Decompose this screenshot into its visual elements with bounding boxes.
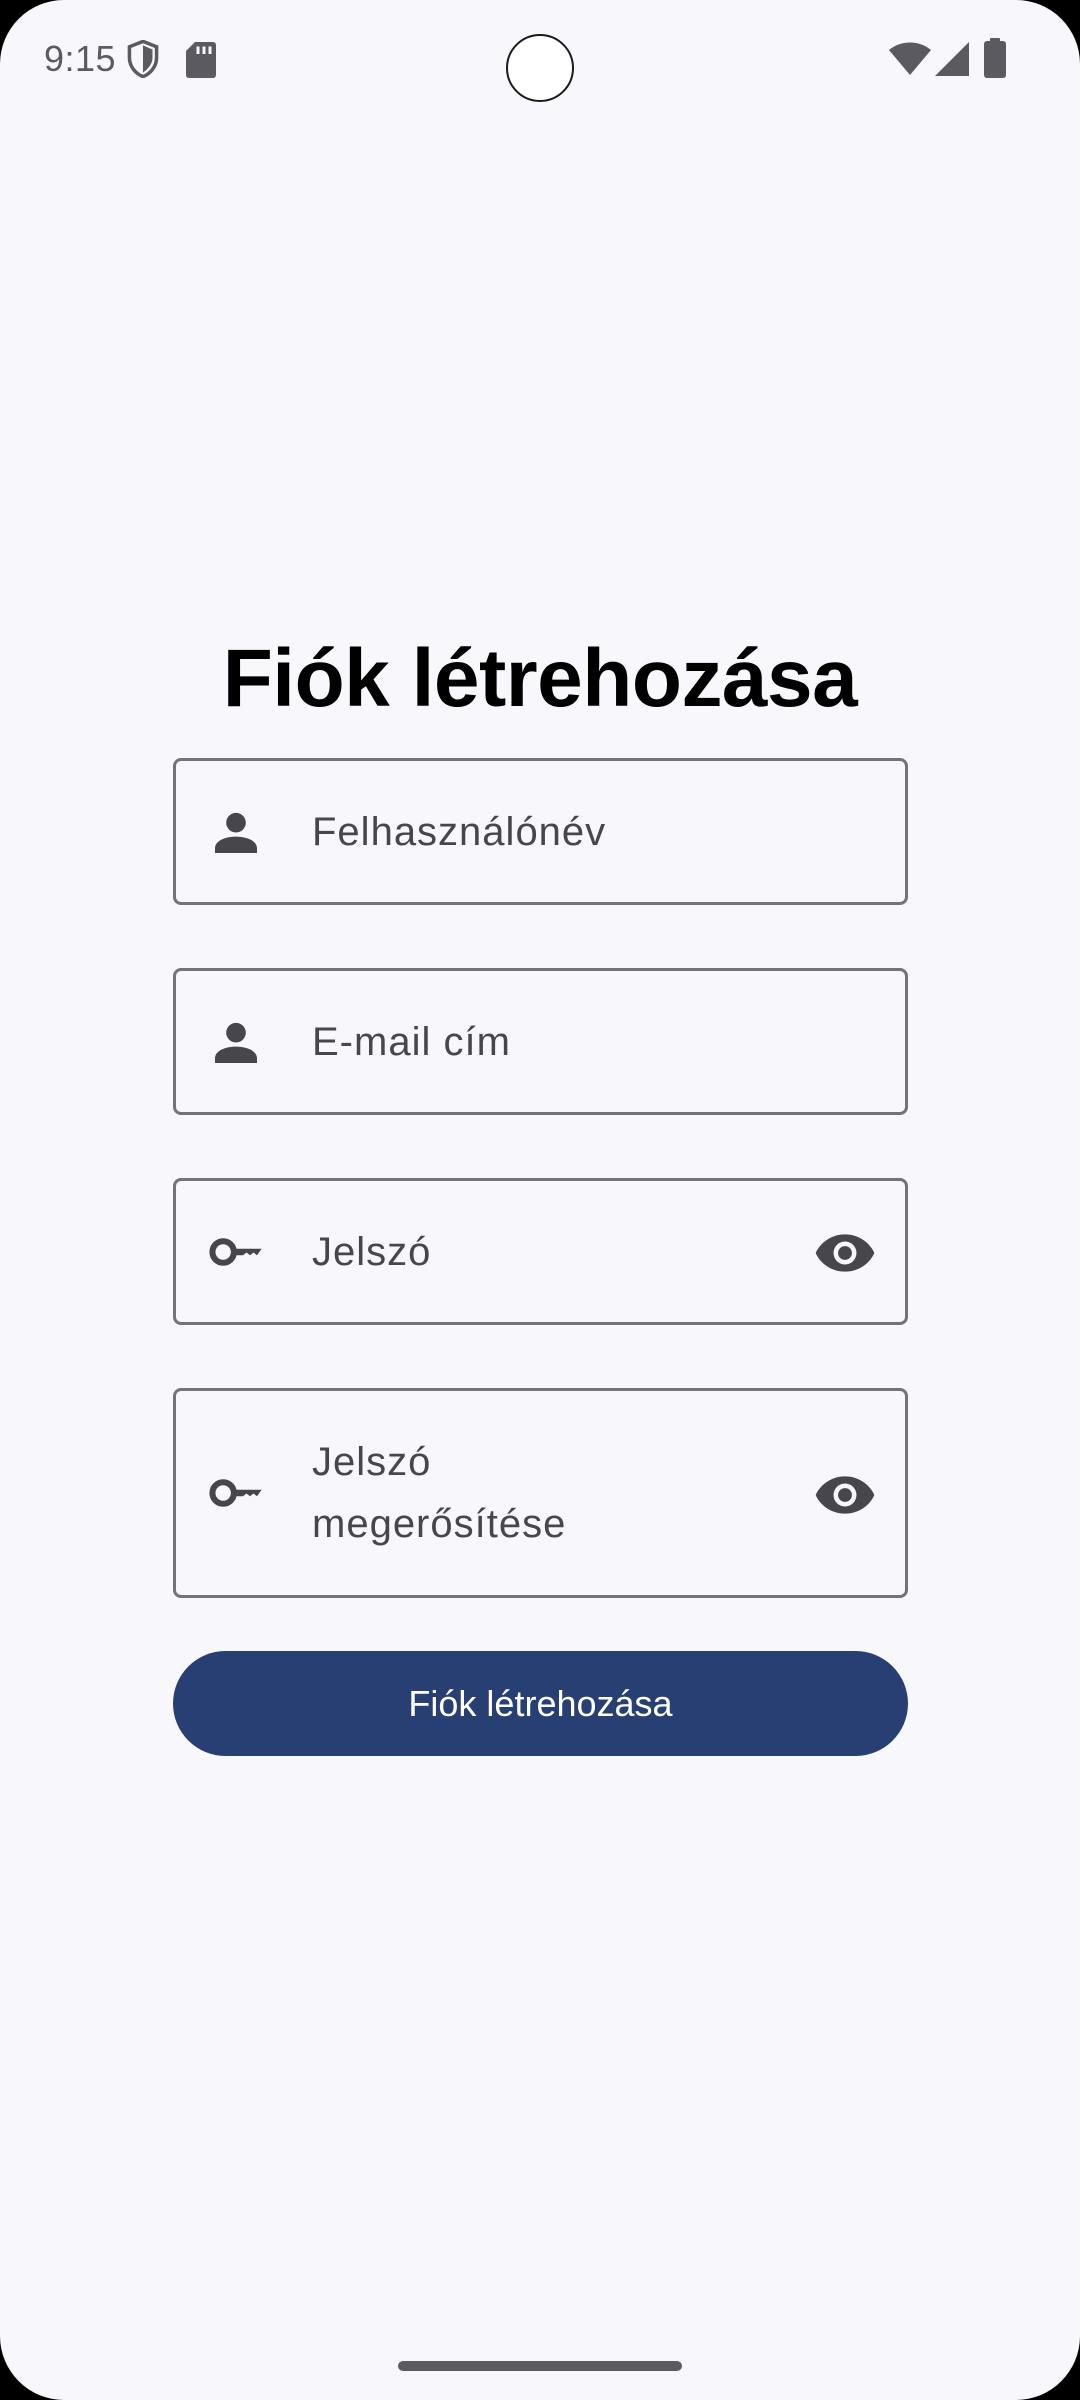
cellular-signal-icon <box>935 42 969 76</box>
status-time: 9:15 <box>44 38 117 79</box>
eye-icon[interactable] <box>813 1463 877 1527</box>
person-icon <box>215 1022 257 1063</box>
email-field[interactable]: E-mail cím <box>173 968 908 1115</box>
password-field[interactable]: Jelszó <box>173 1178 908 1325</box>
app-screen: 9:15 Fiók létrehozása Felhasználónév E-m… <box>0 0 1080 2400</box>
home-indicator[interactable] <box>398 2361 682 2371</box>
confirm-password-placeholder-line1: Jelszó <box>312 1440 432 1484</box>
confirm-password-field[interactable]: Jelszó megerősítése <box>173 1388 908 1598</box>
username-field[interactable]: Felhasználónév <box>173 758 908 905</box>
shield-icon <box>127 40 159 78</box>
page-title: Fiók létrehozása <box>222 633 858 724</box>
person-icon <box>215 812 257 853</box>
battery-icon <box>984 38 1006 78</box>
email-placeholder: E-mail cím <box>312 1020 511 1064</box>
wifi-icon <box>889 42 931 75</box>
key-icon <box>209 1238 262 1266</box>
create-account-button[interactable]: Fiók létrehozása <box>173 1651 908 1756</box>
password-placeholder: Jelszó <box>312 1230 432 1274</box>
eye-icon[interactable] <box>813 1221 877 1285</box>
sd-card-icon <box>186 42 216 78</box>
status-bar: 9:15 <box>0 0 1080 120</box>
confirm-password-placeholder: Jelszó megerősítése <box>312 1431 652 1555</box>
username-placeholder: Felhasználónév <box>312 810 607 854</box>
key-icon <box>209 1479 262 1507</box>
confirm-password-placeholder-line2: megerősítése <box>312 1502 567 1546</box>
camera-cutout <box>506 34 574 102</box>
